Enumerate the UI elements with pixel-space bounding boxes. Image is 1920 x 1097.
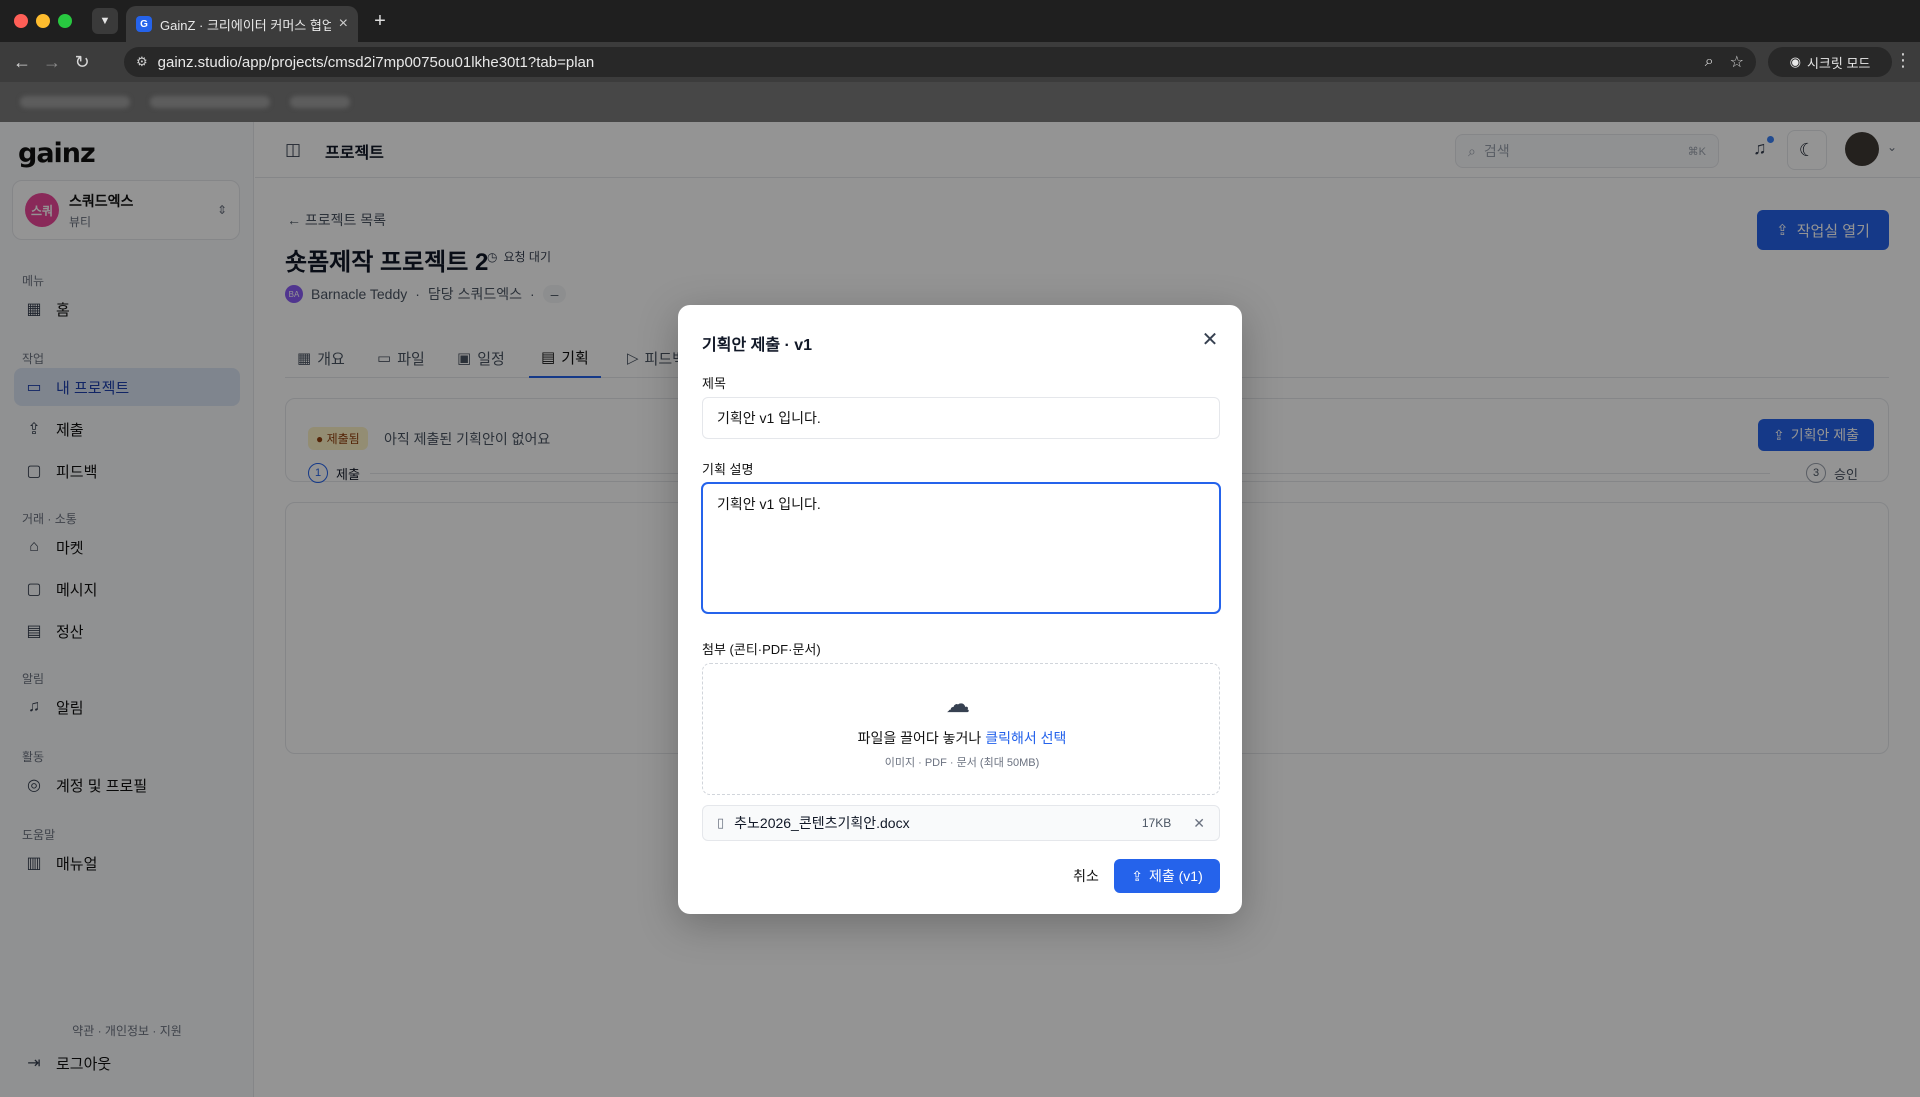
url-text: gainz.studio/app/projects/cmsd2i7mp0075o… bbox=[157, 53, 595, 71]
attachment-field-label: 첨부 (콘티·PDF·문서) bbox=[702, 642, 821, 657]
remove-file-icon[interactable]: ✕ bbox=[1193, 815, 1205, 832]
plan-submit-dialog: 기획안 제출 · v1 ✕ 제목 기획 설명 기획안 v1 입니다. 첨부 (콘… bbox=[678, 305, 1242, 914]
file-icon: ▯ bbox=[717, 815, 725, 830]
cancel-button[interactable]: 취소 bbox=[1058, 859, 1114, 893]
maximize-window-button[interactable] bbox=[58, 14, 72, 28]
file-name: 추노2026_콘텐츠기획안.docx bbox=[734, 815, 910, 831]
description-textarea[interactable]: 기획안 v1 입니다. bbox=[702, 483, 1220, 613]
bookmark-item[interactable] bbox=[20, 96, 130, 108]
browser-menu-icon[interactable]: ⋮ bbox=[1892, 50, 1914, 71]
upload-icon: ⇪ bbox=[1131, 867, 1143, 884]
favicon-icon: G bbox=[136, 16, 152, 32]
new-tab-button[interactable]: + bbox=[368, 9, 392, 33]
close-window-button[interactable] bbox=[14, 14, 28, 28]
back-arrow-icon[interactable]: ← bbox=[10, 50, 34, 74]
bookmark-item[interactable] bbox=[290, 96, 350, 108]
forward-arrow-icon[interactable]: → bbox=[40, 50, 64, 74]
tab-search-button[interactable]: ▼ bbox=[92, 8, 118, 34]
browser-toolbar: ← → ↻ ⚙ gainz.studio/app/projects/cmsd2i… bbox=[0, 42, 1920, 82]
site-settings-icon[interactable]: ⚙ bbox=[136, 54, 148, 70]
dropzone-select-link[interactable]: 클릭해서 선택 bbox=[985, 730, 1066, 746]
file-dropzone[interactable]: ☁ 파일을 끌어다 놓거나 클릭해서 선택 이미지 · PDF · 문서 (최대… bbox=[702, 663, 1220, 795]
attached-file: ▯ 추노2026_콘텐츠기획안.docx 17KB ✕ bbox=[702, 805, 1220, 841]
description-field-label: 기획 설명 bbox=[702, 462, 754, 477]
tab-title: GainZ · 크리에이터 커머스 협업 O bbox=[160, 17, 331, 33]
browser-tab[interactable]: G GainZ · 크리에이터 커머스 협업 O × bbox=[126, 6, 358, 42]
chevron-down-icon: ▼ bbox=[99, 15, 111, 27]
incognito-icon: ◉ bbox=[1789, 54, 1801, 69]
title-input[interactable] bbox=[702, 397, 1220, 439]
tab-close-icon[interactable]: × bbox=[339, 15, 348, 33]
reload-icon[interactable]: ↻ bbox=[70, 50, 94, 74]
submit-label: 제출 (v1) bbox=[1148, 868, 1203, 884]
dropzone-text: 파일을 끌어다 놓거나 클릭해서 선택 bbox=[703, 728, 1221, 748]
dropzone-hint: 이미지 · PDF · 문서 (최대 50MB) bbox=[884, 757, 1040, 769]
submit-button[interactable]: ⇪ 제출 (v1) bbox=[1114, 859, 1220, 893]
minimize-window-button[interactable] bbox=[36, 14, 50, 28]
incognito-label: 시크릿 모드 bbox=[1806, 55, 1871, 71]
file-size: 17KB bbox=[1141, 816, 1172, 830]
bookmark-item[interactable] bbox=[150, 96, 270, 108]
bookmarks-bar bbox=[0, 82, 1920, 122]
address-bar[interactable]: ⚙ gainz.studio/app/projects/cmsd2i7mp007… bbox=[124, 47, 1756, 77]
browser-tab-bar: ▼ G GainZ · 크리에이터 커머스 협업 O × + bbox=[0, 0, 1920, 42]
zoom-icon[interactable]: ⌕ bbox=[1705, 53, 1714, 71]
close-icon[interactable]: ✕ bbox=[1198, 327, 1222, 351]
title-field-label: 제목 bbox=[702, 376, 726, 391]
cloud-upload-icon: ☁ bbox=[946, 691, 970, 718]
dialog-title: 기획안 제출 · v1 bbox=[702, 337, 813, 354]
dropzone-prompt: 파일을 끌어다 놓거나 bbox=[857, 730, 982, 746]
bookmark-star-icon[interactable]: ☆ bbox=[1730, 52, 1744, 72]
incognito-indicator[interactable]: ◉ 시크릿 모드 bbox=[1768, 47, 1892, 77]
